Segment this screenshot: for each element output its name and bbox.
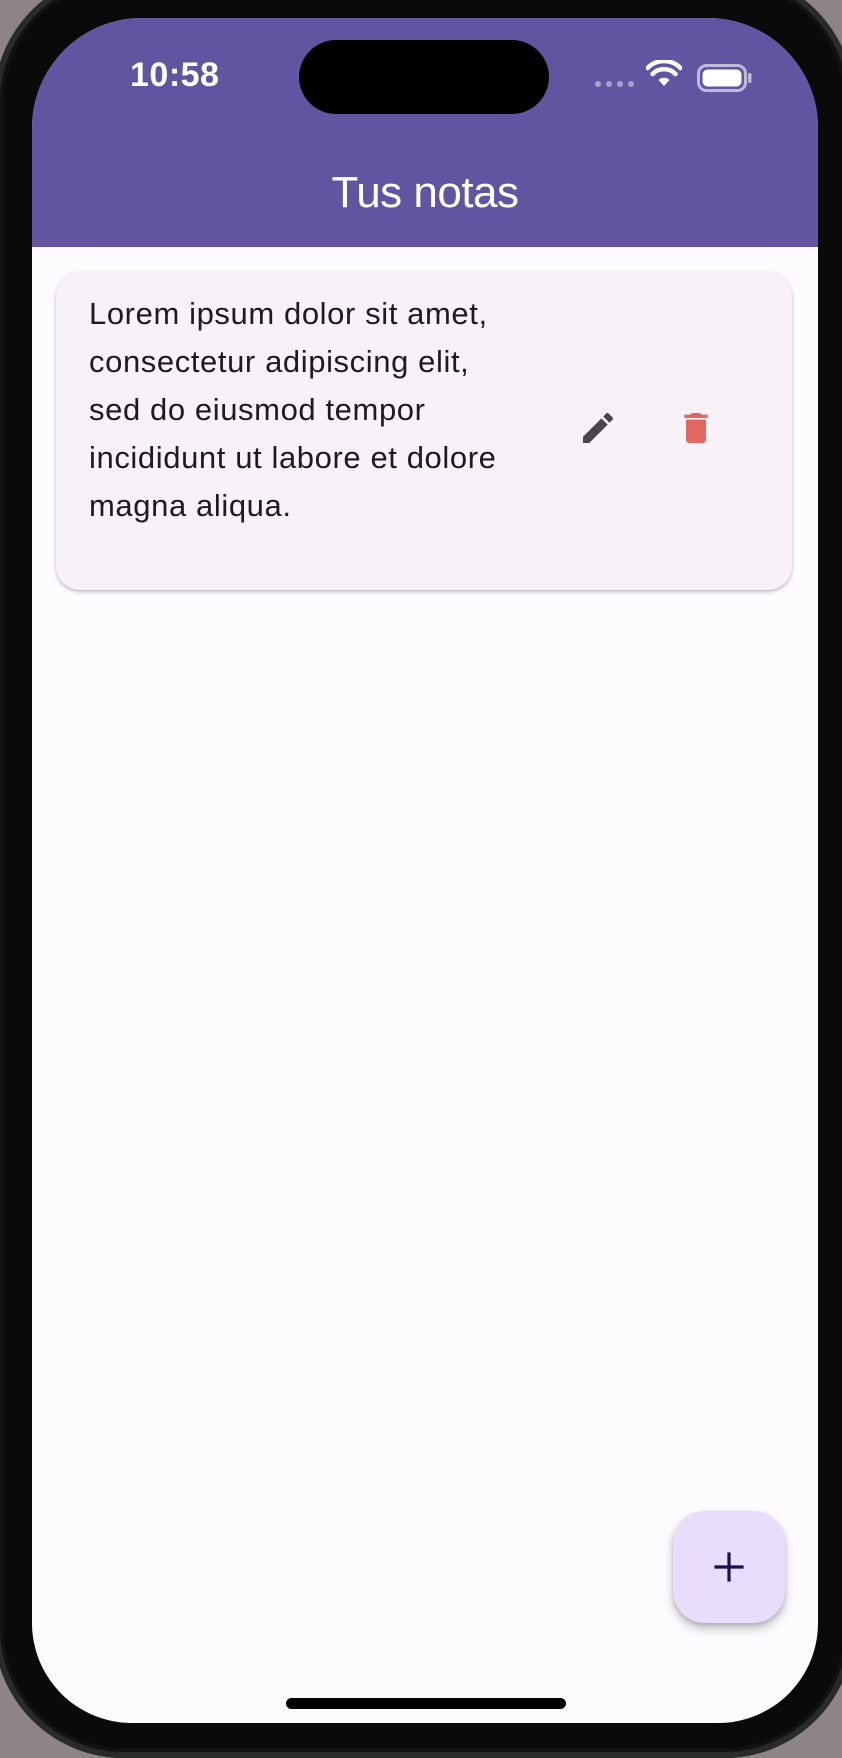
wifi-icon [646, 60, 682, 86]
delete-note-button[interactable] [664, 396, 728, 460]
cellular-signal-icon [595, 81, 634, 87]
page-title: Tus notas [331, 168, 519, 217]
edit-note-button[interactable] [566, 396, 630, 460]
plus-icon [714, 1552, 744, 1582]
battery-icon [697, 64, 752, 92]
note-text: Lorem ipsum dolor sit amet, consectetur … [89, 296, 497, 523]
trash-icon [684, 413, 708, 443]
pencil-icon [583, 412, 614, 443]
note-card[interactable]: Lorem ipsum dolor sit amet, consectetur … [56, 272, 792, 590]
phone-screen: 10:58 Tus notas Lorem ipsum dolor sit am… [32, 18, 818, 1723]
home-indicator[interactable] [286, 1698, 566, 1709]
dynamic-island [299, 40, 549, 114]
app-bar: 10:58 Tus notas [32, 18, 818, 247]
status-bar-time: 10:58 [130, 56, 220, 94]
add-note-button[interactable] [673, 1511, 785, 1623]
